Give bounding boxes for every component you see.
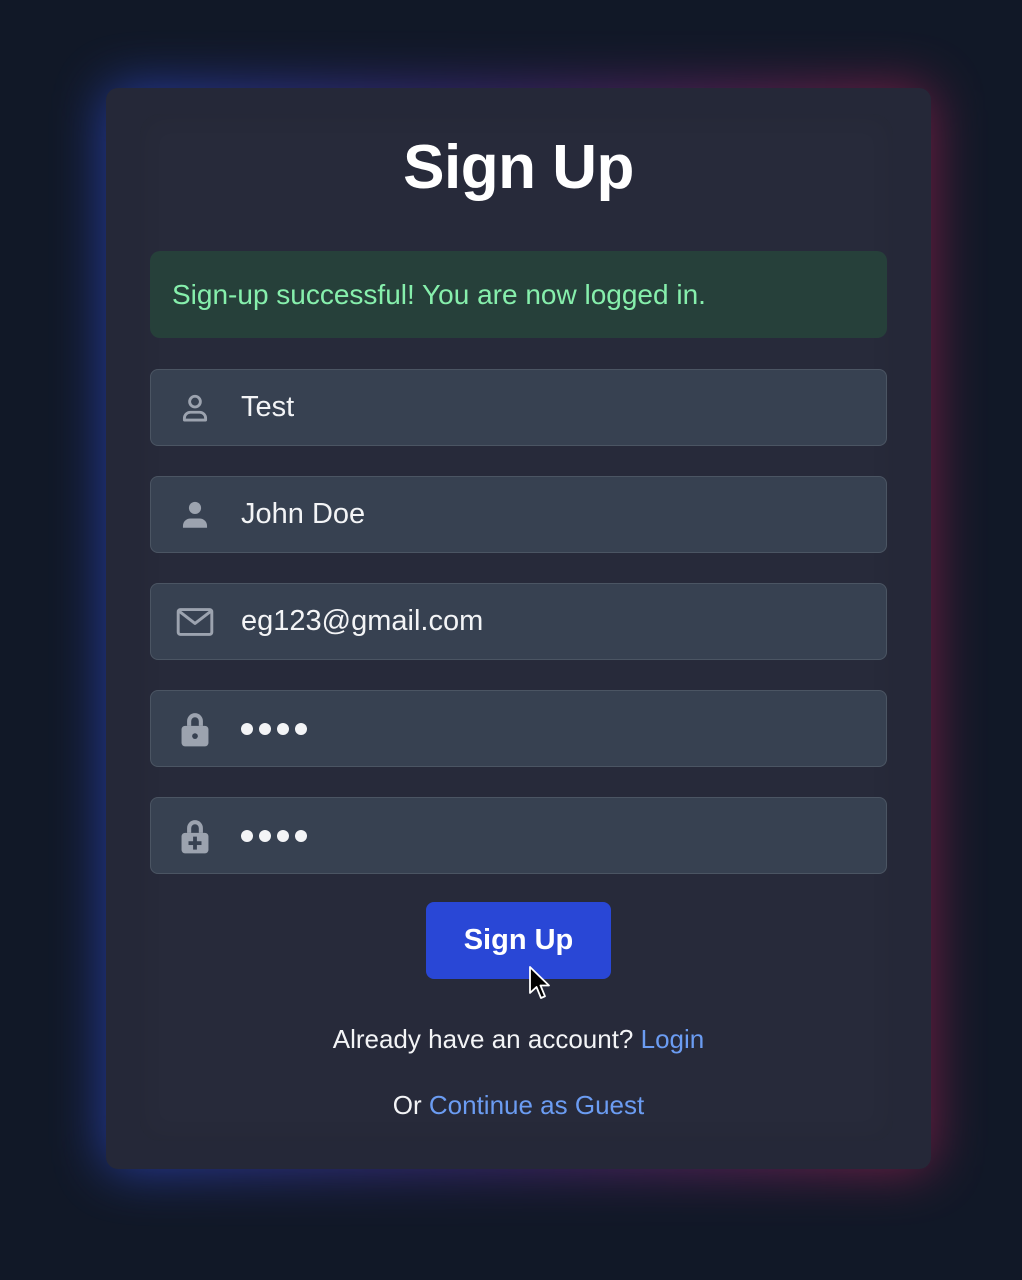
login-prompt-line: Already have an account? Login [106,1024,931,1055]
user-solid-icon [173,493,217,537]
full-name-field[interactable]: John Doe [150,476,887,553]
mouse-cursor-icon [529,966,550,999]
signup-card: Sign Up Sign-up successful! You are now … [106,88,931,1169]
user-outline-icon [173,386,217,430]
envelope-icon [173,600,217,644]
sign-up-button[interactable]: Sign Up [426,902,611,979]
lock-icon [173,707,217,751]
mask-dot [295,722,307,735]
mask-dot [259,829,271,842]
password-field[interactable] [150,690,887,767]
email-value: eg123@gmail.com [241,605,484,637]
page-title: Sign Up [403,133,634,202]
mask-dot [277,722,289,735]
full-name-value: John Doe [241,498,366,530]
confirm-password-field[interactable] [150,797,887,874]
login-link[interactable]: Login [641,1024,705,1054]
lock-plus-icon [173,814,217,858]
mask-dot [259,722,271,735]
email-field[interactable]: eg123@gmail.com [150,583,887,660]
success-alert-message: Sign-up successful! You are now logged i… [172,278,706,310]
mask-dot [241,829,253,842]
mask-dot [241,722,253,735]
confirm-password-masked-value [241,829,307,842]
mask-dot [277,829,289,842]
success-alert: Sign-up successful! You are now logged i… [150,251,887,338]
mask-dot [295,829,307,842]
login-prompt-text: Already have an account? [332,1024,634,1054]
password-masked-value [241,722,307,735]
continue-as-guest-link[interactable]: Continue as Guest [429,1090,644,1120]
username-field[interactable]: Test [150,369,887,446]
guest-line: Or Continue as Guest [106,1090,931,1121]
guest-prefix-text: Or [392,1090,422,1120]
username-value: Test [241,391,295,423]
